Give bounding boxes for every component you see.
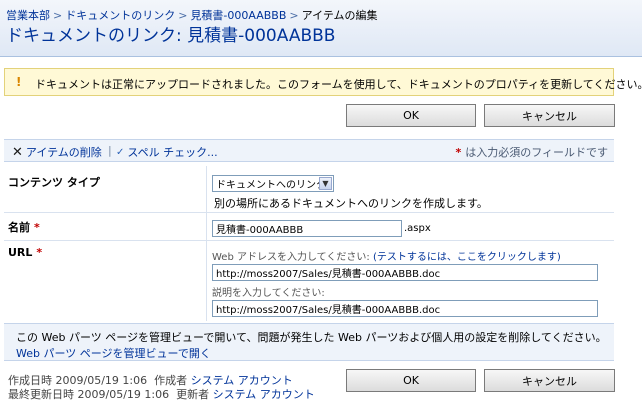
cancel-button-top[interactable]: キャンセル	[484, 104, 615, 127]
spell-check-icon: ✓	[116, 146, 125, 158]
delete-item-label: アイテムの削除	[25, 146, 102, 159]
form-row-divider	[4, 212, 614, 213]
modified-info: 最終更新日時 2009/05/19 1:06 更新者 システム アカウント	[8, 388, 315, 401]
url-label: URL *	[8, 246, 43, 259]
webpart-maintenance-note: この Web パーツ ページを管理ビューで開いて、問題が発生した Web パーツ…	[4, 323, 614, 361]
url-address-input[interactable]	[212, 264, 598, 281]
delete-icon: ✕	[12, 144, 23, 160]
spell-check-label: スペル チェック...	[127, 146, 218, 159]
url-description-input[interactable]	[212, 300, 598, 317]
chevron-down-icon: ▼	[319, 177, 332, 190]
name-label: 名前 *	[8, 221, 40, 234]
required-asterisk: *	[36, 246, 43, 259]
webpart-maintenance-link[interactable]: Web パーツ ページを管理ビューで開く	[16, 345, 211, 361]
content-type-label: コンテンツ タイプ	[8, 176, 100, 189]
ok-button-top[interactable]: OK	[346, 104, 476, 127]
form-column-divider	[206, 166, 207, 321]
required-asterisk: *	[34, 221, 40, 234]
ok-button-bottom[interactable]: OK	[346, 369, 476, 392]
name-input[interactable]	[212, 220, 402, 237]
upload-success-message: ! ドキュメントは正常にアップロードされました。このフォームを使用して、ドキュメ…	[4, 68, 642, 96]
cancel-button-bottom[interactable]: キャンセル	[484, 369, 615, 392]
modified-by-user[interactable]: システム アカウント	[213, 388, 315, 401]
webpart-note-text: この Web パーツ ページを管理ビューで開いて、問題が発生した Web パーツ…	[16, 331, 607, 344]
content-type-description: 別の場所にあるドキュメントへのリンクを作成します。	[214, 197, 488, 210]
message-text: ドキュメントは正常にアップロードされました。このフォームを使用して、ドキュメント…	[35, 78, 642, 91]
required-asterisk: *	[455, 146, 462, 159]
spell-check-button[interactable]: ✓ スペル チェック...	[116, 144, 218, 160]
content-type-select[interactable]: ドキュメントへのリンク ▼	[212, 175, 334, 192]
title-area: 営業本部 > ドキュメントのリンク > 見積書-000AABBB > アイテムの編集 ドキュ…	[0, 0, 642, 57]
form-toolbar: ✕ アイテムの削除 | ✓ スペル チェック... * は入力必須のフィールドです	[4, 139, 614, 162]
page-title: ドキュメントのリンク: 見積書-000AABBB	[6, 26, 336, 46]
content-type-selected: ドキュメントへのリンク	[216, 180, 326, 191]
delete-item-button[interactable]: ✕ アイテムの削除	[12, 144, 102, 160]
toolbar-divider: |	[108, 144, 112, 157]
form-row-divider	[4, 240, 614, 241]
name-suffix: .aspx	[404, 223, 431, 234]
required-note-text: は入力必須のフィールドです	[465, 146, 608, 159]
url-test-link[interactable]: (テストするには、ここをクリックします)	[373, 252, 561, 263]
warning-icon: !	[16, 75, 22, 89]
url-address-hint: Web アドレスを入力してください: (テストするには、ここをクリックします)	[212, 252, 561, 263]
url-description-hint: 説明を入力してください:	[212, 288, 325, 299]
required-field-note: * は入力必須のフィールドです	[455, 144, 608, 160]
